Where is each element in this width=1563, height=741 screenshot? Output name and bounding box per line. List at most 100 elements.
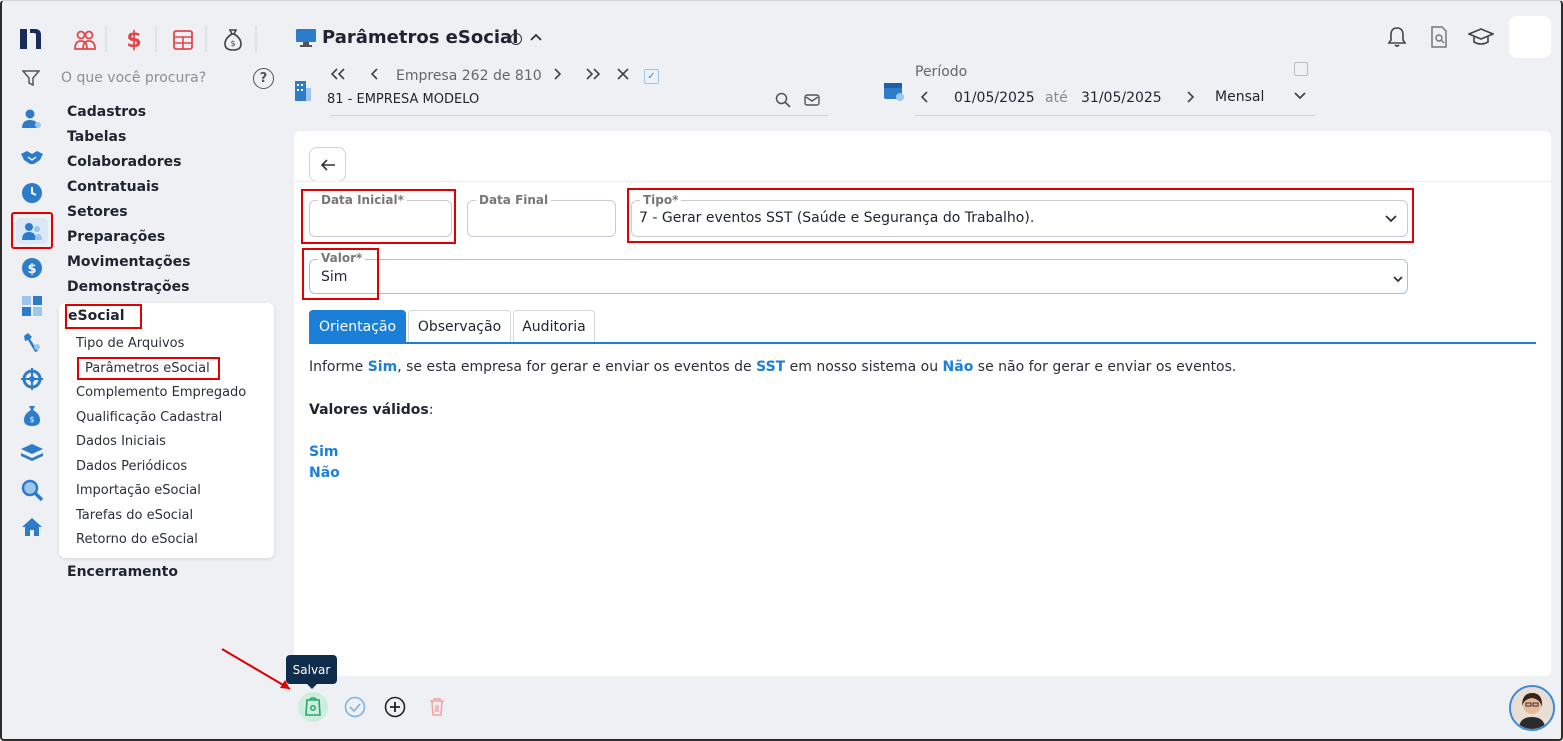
- divider: [205, 26, 207, 52]
- periodo-next-icon[interactable]: [1185, 90, 1195, 108]
- delete-icon[interactable]: [424, 694, 450, 720]
- bell-icon[interactable]: [1387, 26, 1407, 52]
- valores-validos-colon: :: [428, 402, 434, 418]
- esocial-highlight: [65, 304, 142, 329]
- page-title: Parâmetros eSocial: [322, 27, 519, 48]
- dollar-coin-icon[interactable]: $: [18, 256, 46, 280]
- calculator-rail-icon[interactable]: [18, 294, 46, 318]
- next-page-icon[interactable]: [552, 67, 562, 85]
- parametros-highlight: [77, 357, 220, 380]
- dollar-icon[interactable]: $: [120, 26, 148, 54]
- tools-icon[interactable]: [18, 330, 46, 354]
- nav-cadastros[interactable]: Cadastros: [67, 104, 146, 120]
- divider: [155, 26, 157, 52]
- nav-demonstracoes[interactable]: Demonstrações: [67, 279, 189, 295]
- nav-encerramento[interactable]: Encerramento: [67, 564, 178, 580]
- valor-valido-sim: Sim: [309, 444, 339, 460]
- periodo-underline: [915, 115, 1315, 116]
- periodo-mode-select[interactable]: Mensal: [1215, 89, 1264, 105]
- user-menu-box[interactable]: [1509, 16, 1551, 58]
- close-icon[interactable]: [617, 67, 629, 85]
- submenu-tipo-arquivos[interactable]: Tipo de Arquivos: [76, 336, 184, 351]
- valor-chevron-icon[interactable]: [1392, 270, 1404, 289]
- nav-movimentacoes[interactable]: Movimentações: [67, 254, 190, 270]
- document-search-icon[interactable]: [1429, 26, 1449, 52]
- calculator-icon[interactable]: [169, 26, 197, 54]
- tab-auditoria[interactable]: Auditoria: [513, 310, 595, 343]
- chevron-down-icon[interactable]: [1293, 88, 1307, 107]
- first-page-icon[interactable]: [330, 67, 346, 85]
- nav-contratuais[interactable]: Contratuais: [67, 179, 159, 195]
- periodo-checkbox[interactable]: [1294, 62, 1308, 76]
- data-inicial-highlight: [301, 189, 456, 244]
- building-icon: [294, 80, 312, 106]
- orientacao-text: Informe Sim, se esta empresa for gerar e…: [309, 359, 1236, 375]
- layers-icon[interactable]: [18, 441, 46, 465]
- help-icon[interactable]: ?: [253, 68, 274, 89]
- empresa-sep: de: [492, 68, 511, 84]
- filter-icon[interactable]: [21, 70, 41, 90]
- data-final-label: Data Final: [476, 193, 552, 207]
- last-page-icon[interactable]: [585, 67, 601, 85]
- prev-page-icon[interactable]: [370, 67, 380, 85]
- periodo-start[interactable]: 01/05/2025: [954, 90, 1035, 106]
- valores-validos-title: Valores válidos:: [309, 402, 433, 418]
- divider: [105, 26, 107, 52]
- tab-orientacao[interactable]: Orientação: [309, 310, 406, 343]
- assistant-avatar[interactable]: [1509, 685, 1555, 731]
- people-group-icon[interactable]: [71, 26, 99, 54]
- magnifier-rail-icon[interactable]: [18, 478, 46, 502]
- nav-preparacoes[interactable]: Preparações: [67, 229, 165, 245]
- submenu-dados-periodicos[interactable]: Dados Periódicos: [76, 459, 187, 474]
- graduation-cap-icon[interactable]: [1466, 27, 1496, 51]
- annotation-arrow: [221, 648, 291, 690]
- nav-colaboradores[interactable]: Colaboradores: [67, 154, 182, 170]
- chevron-up-icon[interactable]: [529, 30, 543, 48]
- submenu-tarefas-esocial[interactable]: Tarefas do eSocial: [76, 508, 193, 523]
- user-settings-icon[interactable]: [18, 107, 46, 131]
- confirm-icon[interactable]: [342, 694, 368, 720]
- valor-select[interactable]: [309, 259, 1408, 294]
- orientacao-sst: SST: [756, 359, 786, 375]
- submenu-complemento-empregado[interactable]: Complemento Empregado: [76, 385, 246, 400]
- calendar-icon: [883, 80, 905, 106]
- periodo-prev-icon[interactable]: [920, 90, 930, 108]
- valor-valido-nao: Não: [309, 465, 340, 481]
- search-input[interactable]: O que você procura?: [61, 70, 206, 86]
- nav-setores[interactable]: Setores: [67, 204, 128, 220]
- submenu-dados-iniciais[interactable]: Dados Iniciais: [76, 434, 166, 449]
- orientacao-nao: Não: [942, 359, 974, 375]
- handshake-icon[interactable]: [18, 145, 46, 169]
- clock-icon[interactable]: [18, 181, 46, 205]
- save-button[interactable]: [298, 692, 328, 722]
- back-button[interactable]: [309, 147, 346, 182]
- money-bag-rail-icon[interactable]: $: [18, 404, 46, 428]
- submenu-retorno-esocial[interactable]: Retorno do eSocial: [76, 532, 198, 547]
- home-icon[interactable]: [18, 515, 46, 539]
- empresa-label: Empresa: [396, 68, 458, 84]
- submenu-qualificacao-cadastral[interactable]: Qualificação Cadastral: [76, 410, 222, 425]
- tab-underline: [309, 342, 1536, 344]
- app-logo[interactable]: [18, 26, 46, 52]
- tab-observacao[interactable]: Observação: [408, 310, 511, 343]
- periodo-end[interactable]: 31/05/2025: [1081, 90, 1162, 106]
- submenu-importacao-esocial[interactable]: Importação eSocial: [76, 483, 201, 498]
- tooltip-arrow: [306, 683, 318, 689]
- empresa-total: 810: [514, 68, 542, 84]
- orientacao-sim: Sim: [367, 359, 398, 375]
- people-icon[interactable]: [16, 218, 48, 244]
- add-icon[interactable]: [382, 694, 408, 720]
- valor-highlight: [302, 248, 379, 300]
- orientacao-part: se não for gerar e enviar os eventos.: [973, 359, 1237, 375]
- svg-text:$: $: [27, 262, 36, 277]
- search-icon[interactable]: [775, 92, 791, 112]
- mail-icon[interactable]: [804, 92, 820, 111]
- nav-tabelas[interactable]: Tabelas: [67, 129, 126, 145]
- monitor-icon: [295, 28, 317, 52]
- cog-network-icon[interactable]: [18, 367, 46, 391]
- money-bag-icon[interactable]: $: [219, 26, 247, 54]
- orientacao-part: Informe: [309, 359, 368, 375]
- periodo-label: Período: [915, 64, 968, 80]
- empresa-checkbox[interactable]: ✓: [644, 69, 659, 84]
- info-icon[interactable]: i: [510, 33, 522, 45]
